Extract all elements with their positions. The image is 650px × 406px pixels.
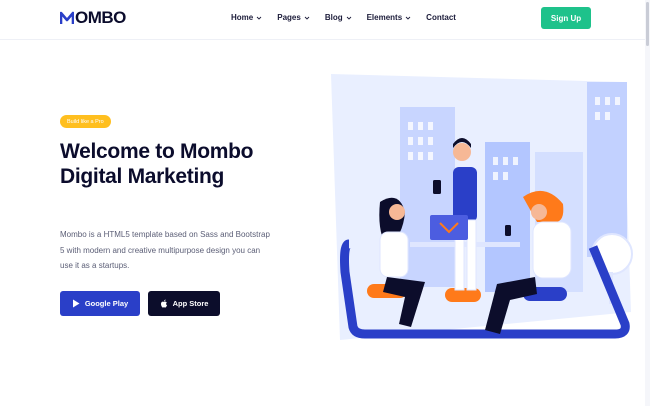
main-nav: Home Pages Blog Elements Contact [231, 13, 471, 22]
m-logo-icon [60, 11, 74, 24]
laptop [430, 215, 468, 240]
person-standing-body [453, 167, 477, 222]
nav-item-pages[interactable]: Pages [277, 13, 310, 22]
logo[interactable]: OMBO [60, 9, 126, 27]
hero-badge: Build like a Pro [60, 115, 111, 128]
person-right-body [532, 221, 572, 279]
desk [410, 242, 520, 247]
google-play-icon [72, 299, 80, 308]
app-store-label: App Store [172, 299, 209, 308]
nav-item-label: Home [231, 13, 254, 22]
site-header: OMBO Home Pages Blog Elements Contact Si… [0, 0, 650, 40]
google-play-label: Google Play [84, 299, 129, 308]
sign-up-button[interactable]: Sign Up [541, 7, 591, 29]
apple-icon [160, 299, 167, 308]
scrollbar-thumb[interactable] [646, 2, 649, 46]
logo-text: OMBO [75, 8, 126, 27]
hero-illustration [331, 74, 633, 340]
background-shape [331, 74, 631, 340]
nav-item-contact[interactable]: Contact [426, 13, 456, 22]
google-play-button[interactable]: Google Play [60, 291, 140, 316]
nav-item-elements[interactable]: Elements [367, 13, 412, 22]
chevron-down-icon [256, 16, 262, 20]
app-store-button[interactable]: App Store [148, 291, 220, 316]
hero-title: Welcome to Mombo Digital Marketing [60, 140, 254, 188]
person-left-body [379, 231, 409, 278]
nav-item-label: Pages [277, 13, 301, 22]
person-standing-head [453, 143, 471, 161]
nav-item-home[interactable]: Home [231, 13, 262, 22]
chevron-down-icon [405, 16, 411, 20]
nav-item-label: Blog [324, 13, 343, 22]
badge-label: Build like a Pro [67, 118, 104, 125]
nav-item-label: Elements [366, 13, 403, 22]
scrollbar[interactable] [645, 0, 650, 406]
chevron-down-icon [304, 16, 310, 20]
hero-description: Mombo is a HTML5 template based on Sass … [60, 230, 270, 270]
nav-item-label: Contact [426, 13, 456, 22]
building [587, 82, 627, 257]
nav-item-blog[interactable]: Blog [325, 13, 352, 22]
chevron-down-icon [346, 16, 351, 20]
